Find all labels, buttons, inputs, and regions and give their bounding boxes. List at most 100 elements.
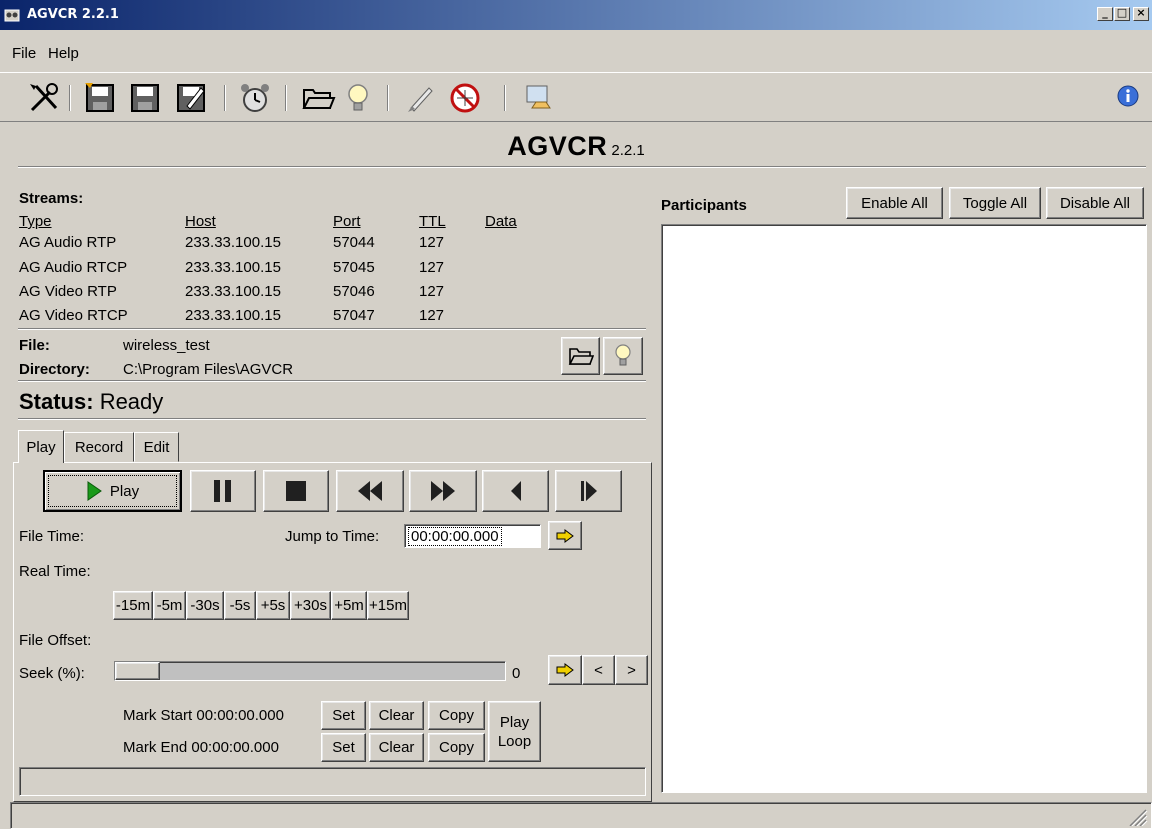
file-label: File: — [19, 337, 50, 354]
skip-plus-30s-button[interactable]: +30s — [290, 591, 331, 620]
play-button-label: Play — [109, 482, 140, 500]
lightbulb-button[interactable] — [603, 337, 643, 375]
rocket-icon[interactable] — [403, 80, 439, 116]
pause-button[interactable] — [190, 470, 256, 512]
mark-end-text: Mark End — [123, 739, 188, 756]
divider — [18, 418, 646, 420]
mark-end-set-button[interactable]: Set — [321, 733, 366, 762]
status-value: Ready — [99, 389, 164, 414]
jump-to-time-input[interactable]: 00:00:00.000 — [404, 524, 541, 548]
toolbar-separator — [69, 85, 71, 111]
fast-forward-button[interactable] — [409, 470, 477, 512]
info-icon[interactable] — [1117, 85, 1139, 107]
app-version: 2.2.1 — [611, 142, 645, 159]
stream-type: AG Audio RTP — [19, 234, 117, 251]
alarm-clock-icon[interactable] — [237, 80, 273, 116]
mark-end-clear-button[interactable]: Clear — [369, 733, 424, 762]
lightbulb-icon — [615, 344, 631, 366]
seek-label: Seek (%): — [19, 665, 85, 682]
status-line: Status: Ready — [19, 389, 163, 415]
mark-start-text: Mark Start — [123, 707, 193, 724]
stream-type: AG Audio RTCP — [19, 259, 128, 276]
skip-plus-15m-button[interactable]: +15m — [367, 591, 409, 620]
app-name: AGVCR — [507, 131, 608, 161]
skip-minus-5m-button[interactable]: -5m — [153, 591, 186, 620]
status-bar — [10, 802, 1152, 829]
real-time-label: Real Time: — [19, 563, 91, 580]
mark-start-set-button[interactable]: Set — [321, 701, 366, 730]
app-heading: AGVCR 2.2.1 — [0, 131, 1152, 162]
seek-slider-track[interactable] — [114, 661, 506, 681]
step-back-icon — [510, 481, 521, 501]
edit-icon[interactable] — [173, 80, 209, 116]
participants-list[interactable] — [661, 224, 1147, 793]
stream-ttl: 127 — [419, 307, 445, 324]
mark-start-copy-button[interactable]: Copy — [428, 701, 485, 730]
play-loop-label-line2: Loop — [497, 732, 532, 750]
stop-button[interactable] — [263, 470, 329, 512]
jump-to-time-value: 00:00:00.000 — [408, 527, 502, 546]
stream-ttl: 127 — [419, 234, 445, 251]
tab-edit[interactable]: Edit — [134, 432, 179, 462]
maximize-button[interactable]: □ — [1114, 7, 1130, 21]
no-network-icon[interactable] — [447, 80, 483, 116]
close-button[interactable]: × — [1133, 7, 1149, 21]
skip-minus-5s-button[interactable]: -5s — [224, 591, 256, 620]
play-loop-button[interactable]: Play Loop — [488, 701, 541, 762]
agvcr-app-icon — [4, 9, 20, 22]
stream-ttl: 127 — [419, 259, 445, 276]
tab-record[interactable]: Record — [64, 432, 134, 462]
tools-icon[interactable] — [26, 80, 62, 116]
mark-start-clear-button[interactable]: Clear — [369, 701, 424, 730]
play-icon — [87, 481, 102, 501]
skip-minus-30s-button[interactable]: -30s — [186, 591, 224, 620]
lightbulb-icon[interactable] — [340, 80, 376, 116]
resize-grip-icon[interactable] — [1126, 806, 1148, 826]
seek-slider-thumb[interactable] — [115, 662, 160, 680]
divider — [18, 380, 646, 382]
step-forward-icon — [580, 481, 597, 501]
go-arrow-icon — [556, 663, 574, 677]
menu-bar: File Help — [0, 30, 1152, 70]
open-folder-icon[interactable] — [300, 80, 336, 116]
save-icon[interactable] — [127, 80, 163, 116]
skip-minus-15m-button[interactable]: -15m — [113, 591, 153, 620]
col-header-host: Host — [185, 213, 216, 230]
save-as-icon[interactable] — [82, 80, 118, 116]
mark-end-copy-button[interactable]: Copy — [428, 733, 485, 762]
open-file-button[interactable] — [561, 337, 600, 375]
stream-host: 233.33.100.15 — [185, 234, 281, 251]
file-time-label: File Time: — [19, 528, 85, 545]
skip-plus-5s-button[interactable]: +5s — [256, 591, 290, 620]
toolbar — [0, 72, 1152, 122]
seek-go-button[interactable] — [548, 655, 582, 685]
play-button[interactable]: Play — [43, 470, 182, 512]
computer-venue-icon[interactable] — [520, 80, 556, 116]
status-label: Status: — [19, 389, 94, 414]
menu-help[interactable]: Help — [48, 45, 79, 62]
play-loop-label-line1: Play — [499, 713, 530, 731]
step-back-button[interactable] — [482, 470, 549, 512]
fast-forward-icon — [431, 481, 455, 501]
disable-all-button[interactable]: Disable All — [1046, 187, 1144, 219]
stream-host: 233.33.100.15 — [185, 307, 281, 324]
seek-prev-button[interactable]: < — [582, 655, 615, 685]
open-folder-icon — [568, 348, 594, 365]
stream-port: 57045 — [333, 259, 375, 276]
divider — [18, 166, 1146, 168]
rewind-button[interactable] — [336, 470, 404, 512]
stream-host: 233.33.100.15 — [185, 283, 281, 300]
jump-go-button[interactable] — [548, 521, 582, 550]
pause-icon — [214, 480, 231, 502]
seek-next-button[interactable]: > — [615, 655, 648, 685]
minimize-button[interactable]: _ — [1097, 7, 1113, 21]
toggle-all-button[interactable]: Toggle All — [949, 187, 1041, 219]
menu-file[interactable]: File — [12, 45, 36, 62]
toolbar-separator — [504, 85, 506, 111]
tab-play[interactable]: Play — [18, 430, 64, 463]
step-forward-button[interactable] — [555, 470, 622, 512]
stream-port: 57047 — [333, 307, 375, 324]
skip-plus-5m-button[interactable]: +5m — [331, 591, 367, 620]
stream-ttl: 127 — [419, 283, 445, 300]
enable-all-button[interactable]: Enable All — [846, 187, 943, 219]
